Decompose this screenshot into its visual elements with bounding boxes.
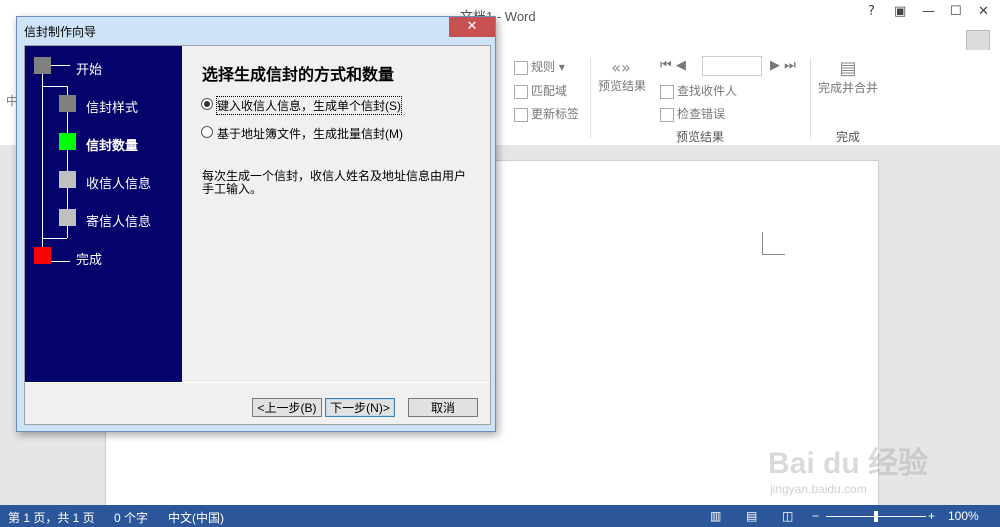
button-separator — [25, 382, 490, 383]
rules-icon — [514, 60, 528, 75]
maximize-icon[interactable]: ☐ — [950, 4, 962, 19]
option-description: 每次生成一个信封，收信人姓名及地址信息由用户手工输入。 — [202, 169, 467, 196]
watermark-url: jingyan.baidu.com — [770, 482, 867, 496]
step-style-marker — [59, 95, 76, 112]
page-count[interactable]: 第 1 页，共 1 页 — [8, 509, 95, 526]
next-button[interactable]: 下一步(N)> — [325, 398, 395, 417]
language-indicator[interactable]: 中文(中国) — [168, 509, 224, 526]
rules-button[interactable]: 规则 ▾ — [514, 58, 565, 75]
web-layout-icon[interactable]: ◫ — [782, 509, 793, 523]
margin-corner-mark — [762, 232, 785, 255]
wizard-steps-panel: 开始 信封样式 信封数量 收信人信息 寄信人信息 完成 — [25, 46, 182, 382]
ribbon-display-icon[interactable]: ▣ — [894, 4, 906, 19]
dialog-title: 信封制作向导 — [24, 25, 97, 39]
envelope-wizard-dialog: 信封制作向导 ✕ 开始 信封样式 信封数量 收信人信息 寄信人信息 完成 选择生… — [16, 16, 496, 432]
find-recipient-button[interactable]: 查找收件人 — [660, 82, 737, 99]
previous-button[interactable]: <上一步(B) — [252, 398, 322, 417]
update-labels-icon — [514, 107, 528, 122]
zoom-in-icon[interactable]: + — [928, 509, 935, 523]
batch-envelope-radio[interactable] — [201, 126, 213, 138]
update-labels-button[interactable]: 更新标签 — [514, 105, 579, 122]
preview-results-button[interactable]: «» 预览结果 — [598, 58, 646, 94]
batch-envelope-label[interactable]: 基于地址簿文件，生成批量信封(M) — [217, 125, 403, 142]
ribbon-separator — [810, 58, 811, 138]
ribbon-separator — [590, 58, 591, 138]
finish-merge-button[interactable]: ▤ 完成并合并 — [816, 58, 880, 96]
finish-group-label: 完成 — [836, 130, 861, 144]
step-style-label: 信封样式 — [86, 100, 139, 115]
step-start-marker — [34, 57, 51, 74]
word-count[interactable]: 0 个字 — [114, 509, 148, 526]
status-bar: 第 1 页，共 1 页 0 个字 中文(中国) ▥ ▤ ◫ − + 100% — [0, 505, 1000, 527]
step-count-marker — [59, 133, 76, 150]
step-sender-marker — [59, 209, 76, 226]
match-fields-icon — [514, 84, 528, 99]
record-number-input[interactable] — [702, 56, 762, 76]
step-start-label: 开始 — [76, 62, 103, 77]
match-fields-button[interactable]: 匹配域 — [514, 82, 567, 99]
step-connector — [50, 261, 70, 262]
single-envelope-radio[interactable] — [201, 98, 213, 110]
step-count-label: 信封数量 — [86, 138, 139, 153]
close-icon[interactable]: ✕ — [978, 4, 989, 19]
zoom-level[interactable]: 100% — [948, 509, 979, 523]
minimize-icon[interactable]: — — [922, 4, 935, 19]
watermark-logo: Bai du 经验 — [768, 447, 929, 480]
preview-results-group-label: 预览结果 — [676, 130, 725, 144]
zoom-slider-thumb[interactable] — [874, 511, 878, 522]
step-connector — [42, 238, 67, 239]
record-navigation[interactable]: ⏮ ◀ — [660, 58, 686, 73]
step-finish-label: 完成 — [76, 252, 103, 267]
preview-icon: «» — [611, 58, 631, 77]
read-mode-icon[interactable]: ▥ — [710, 509, 721, 523]
step-recipient-marker — [59, 171, 76, 188]
step-sender-label: 寄信人信息 — [86, 214, 152, 229]
cancel-button[interactable]: 取消 — [408, 398, 478, 417]
step-connector — [42, 86, 67, 87]
find-icon — [660, 84, 674, 99]
single-envelope-label[interactable]: 键入收信人信息，生成单个信封(S) — [216, 96, 402, 115]
check-errors-button[interactable]: 检查错误 — [660, 105, 725, 122]
step-connector — [42, 65, 43, 261]
dialog-close-button[interactable]: ✕ — [449, 17, 495, 37]
step-connector — [50, 65, 70, 66]
print-layout-icon[interactable]: ▤ — [746, 509, 757, 523]
finish-merge-icon: ▤ — [839, 58, 857, 79]
wizard-heading: 选择生成信封的方式和数量 — [202, 67, 395, 84]
help-icon[interactable]: ? — [868, 4, 875, 19]
dialog-body: 开始 信封样式 信封数量 收信人信息 寄信人信息 完成 选择生成信封的方式和数量… — [24, 45, 491, 425]
zoom-out-icon[interactable]: − — [812, 509, 819, 523]
check-errors-icon — [660, 107, 674, 122]
step-finish-marker — [34, 247, 51, 264]
record-next-navigation[interactable]: ▶ ⏭ — [770, 58, 796, 73]
step-recipient-label: 收信人信息 — [86, 176, 152, 191]
